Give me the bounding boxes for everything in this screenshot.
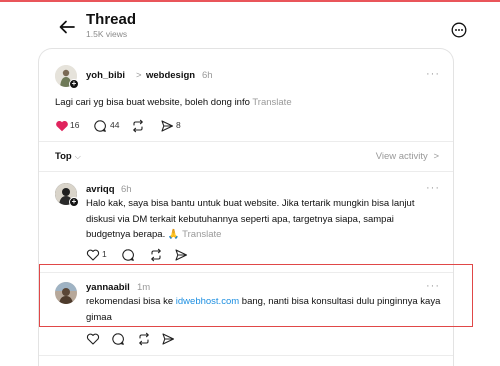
post-actions: 16 44 8: [55, 119, 215, 133]
divider: [39, 141, 453, 142]
repost-icon[interactable]: [137, 332, 151, 346]
divider: [39, 171, 453, 172]
follow-plus-icon[interactable]: +: [69, 79, 79, 89]
heart-icon[interactable]: [86, 248, 100, 262]
breadcrumb-separator: >: [136, 70, 142, 81]
like-count: 1: [102, 249, 107, 259]
page-title: Thread: [86, 11, 137, 28]
view-activity-label: View activity: [375, 151, 428, 162]
view-count: 1.5K views: [86, 29, 128, 39]
post-more-icon[interactable]: ···: [426, 68, 440, 80]
divider: [39, 355, 453, 356]
thread-header: Thread 1.5K views: [0, 8, 500, 44]
top-accent-line: [0, 0, 500, 2]
reply-time: 6h: [121, 184, 132, 195]
chevron-down-icon: ⌵: [74, 152, 81, 161]
translate-link[interactable]: Translate: [182, 229, 221, 240]
back-arrow-icon[interactable]: [58, 18, 76, 36]
comment-icon[interactable]: [111, 332, 125, 346]
like-count: 16: [70, 120, 80, 130]
reply-text: Halo kak, saya bisa bantu untuk buat web…: [86, 196, 438, 243]
more-options-icon[interactable]: [451, 22, 467, 38]
repost-icon[interactable]: [131, 119, 145, 133]
post-time: 6h: [202, 70, 213, 81]
repost-icon[interactable]: [149, 248, 163, 262]
view-activity-link[interactable]: View activity >: [376, 151, 439, 162]
sort-dropdown[interactable]: Top ⌵: [55, 151, 81, 162]
heart-filled-icon[interactable]: [55, 119, 69, 133]
chevron-right-icon: >: [433, 151, 439, 162]
translate-link[interactable]: Translate: [252, 97, 291, 108]
share-icon[interactable]: [174, 248, 188, 262]
reply-more-icon[interactable]: ···: [426, 182, 440, 194]
comment-count: 44: [110, 120, 120, 130]
sort-label: Top: [55, 151, 72, 162]
share-count: 8: [176, 120, 181, 130]
follow-plus-icon[interactable]: +: [69, 197, 79, 207]
reply-actions: [86, 332, 216, 346]
reply-actions: 1: [86, 248, 216, 262]
community-name[interactable]: webdesign: [146, 70, 195, 81]
heart-icon[interactable]: [86, 332, 100, 346]
share-icon[interactable]: [161, 332, 175, 346]
reply-username[interactable]: avriqq: [86, 184, 115, 195]
post-text: Lagi cari yg bisa buat website, boleh do…: [55, 95, 435, 111]
highlight-box: [39, 264, 473, 327]
share-icon[interactable]: [160, 119, 174, 133]
reply-body: Halo kak, saya bisa bantu untuk buat web…: [86, 198, 415, 240]
comment-icon[interactable]: [93, 119, 107, 133]
comment-icon[interactable]: [121, 248, 135, 262]
post-username[interactable]: yoh_bibi: [86, 70, 125, 81]
post-body: Lagi cari yg bisa buat website, boleh do…: [55, 97, 250, 108]
